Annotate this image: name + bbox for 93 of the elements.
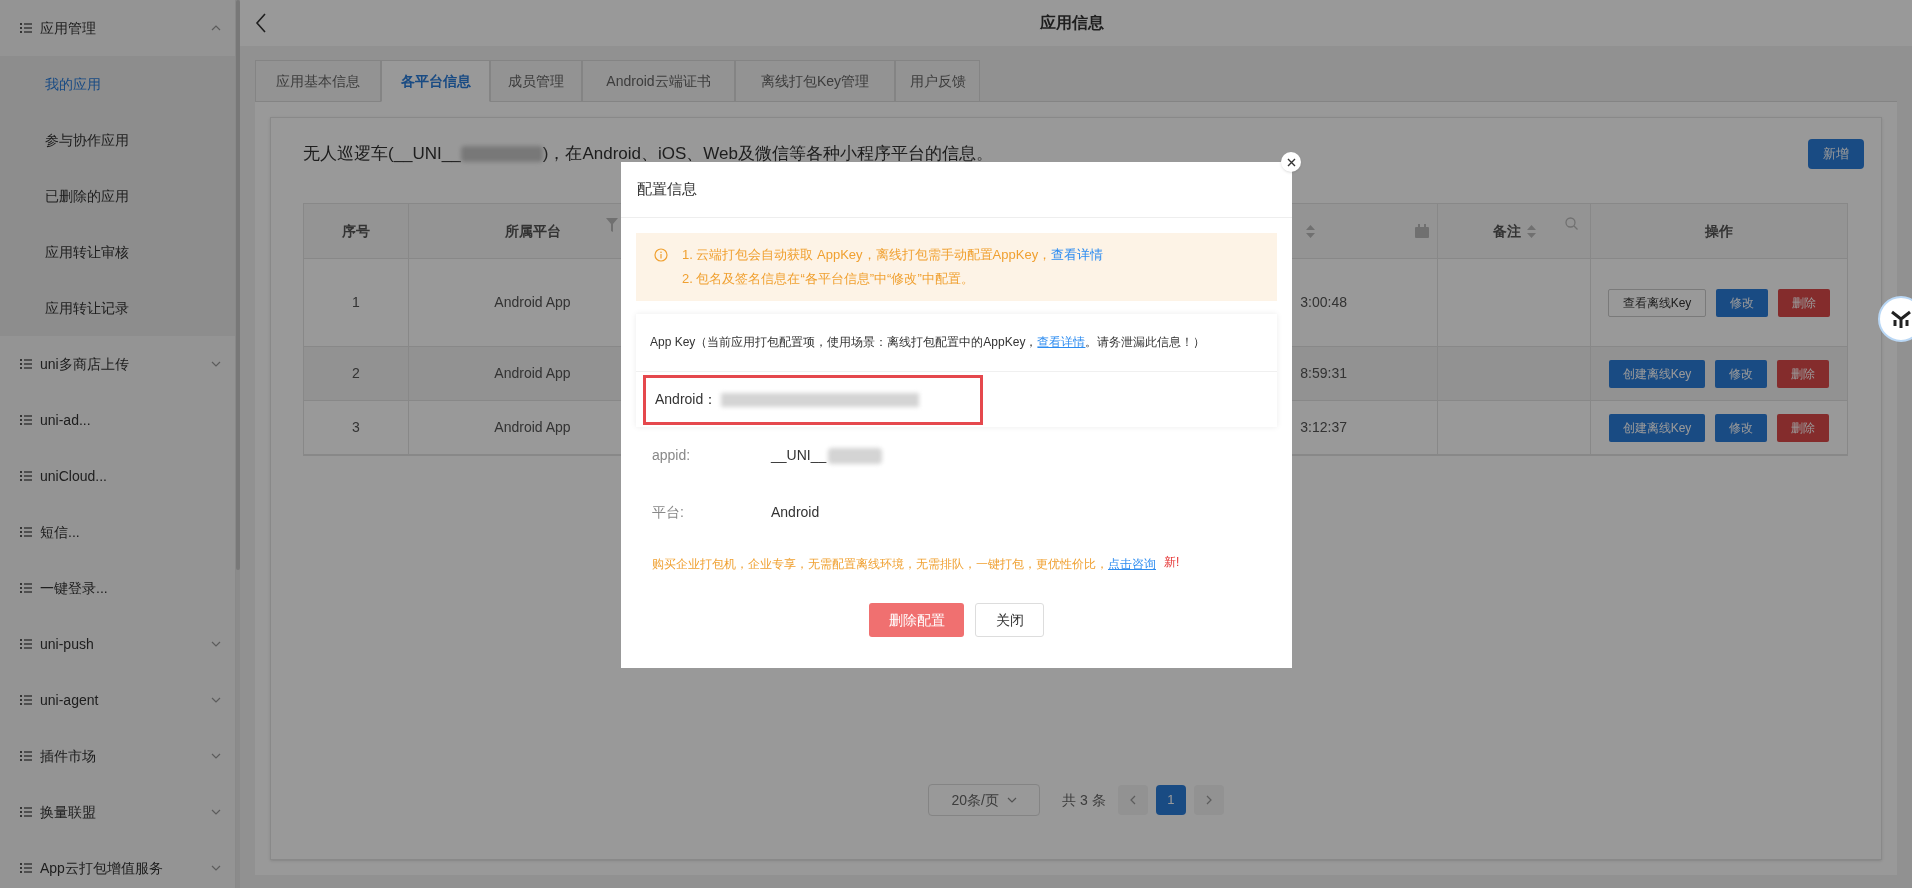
table-cell-text: 8:59:31 bbox=[1300, 364, 1347, 383]
new-label: 新! bbox=[1164, 554, 1180, 571]
chevron-right-icon bbox=[1205, 795, 1212, 805]
action-button[interactable]: 删除 bbox=[1778, 288, 1831, 317]
action-button[interactable]: 查看离线Key bbox=[1607, 288, 1707, 317]
table-cell-text: 3 bbox=[352, 418, 360, 437]
calendar-icon[interactable] bbox=[1415, 224, 1429, 238]
sidebar-group[interactable]: uni多商店上传 bbox=[0, 336, 235, 392]
table-cell-text: 3:12:37 bbox=[1300, 418, 1347, 437]
page-button[interactable]: 1 bbox=[1155, 785, 1186, 815]
dialog-button[interactable]: 删除配置 bbox=[869, 603, 964, 637]
list-icon bbox=[20, 863, 32, 873]
action-button[interactable]: 修改 bbox=[1716, 288, 1769, 317]
sidebar-group[interactable]: uni-agent bbox=[0, 672, 235, 728]
chevron-left-icon bbox=[1129, 795, 1136, 805]
list-icon bbox=[20, 695, 32, 705]
next-page-button[interactable] bbox=[1193, 785, 1224, 815]
sidebar-item[interactable]: 参与协作应用 bbox=[0, 112, 235, 168]
tab[interactable]: 各平台信息 bbox=[381, 60, 490, 102]
total-count: 共 3 条 bbox=[1062, 790, 1106, 810]
page-title: 应用信息 bbox=[1040, 13, 1104, 33]
details-link[interactable]: 查看详情 bbox=[1037, 335, 1086, 349]
sort-icon[interactable] bbox=[1526, 224, 1536, 238]
promo-text: 购买企业打包机，企业专享，无需配置离线环境，无需排队，一键打包，更优性价比， bbox=[652, 556, 1108, 573]
tab[interactable]: 用户反馈 bbox=[895, 60, 980, 102]
list-icon bbox=[20, 583, 32, 593]
field-label: 平台: bbox=[652, 503, 685, 522]
sidebar-group[interactable]: uniCloud... bbox=[0, 448, 235, 504]
sort-icon[interactable] bbox=[1306, 224, 1315, 238]
sidebar-item[interactable]: 我的应用 bbox=[0, 56, 235, 112]
back-icon[interactable] bbox=[254, 13, 268, 33]
list-icon bbox=[20, 415, 32, 425]
list-icon bbox=[20, 807, 32, 817]
list-icon bbox=[20, 23, 32, 33]
tab[interactable]: 离线打包Key管理 bbox=[735, 60, 895, 102]
table-cell-text: 3:00:48 bbox=[1300, 293, 1347, 312]
sidebar-group[interactable]: 一键登录... bbox=[0, 560, 235, 616]
field-label: appid: bbox=[652, 446, 692, 465]
add-button[interactable]: 新增 bbox=[1808, 139, 1864, 169]
page-size-select[interactable]: 20条/页 bbox=[928, 784, 1041, 816]
close-icon bbox=[1286, 157, 1296, 167]
tab[interactable]: Android云端证书 bbox=[582, 60, 735, 102]
table-cell-text: Android App bbox=[494, 293, 571, 312]
column-header: 备注 bbox=[1492, 221, 1521, 241]
action-button[interactable]: 创建离线Key bbox=[1608, 359, 1706, 388]
list-icon bbox=[20, 359, 32, 369]
sidebar-item[interactable]: 应用转让审核 bbox=[0, 224, 235, 280]
sidebar-item[interactable]: 应用转让记录 bbox=[0, 280, 235, 336]
appkey-note: App Key（当前应用打包配置项，使用场景：离线打包配置中的AppKey，查看详情。请务泄漏此信息！） bbox=[649, 334, 1207, 351]
sidebar-group[interactable]: uni-push bbox=[0, 616, 235, 672]
action-button[interactable]: 删除 bbox=[1777, 413, 1830, 442]
page-size-text: 20条/页 bbox=[951, 790, 999, 810]
column-header: 序号 bbox=[342, 221, 370, 241]
sidebar-group[interactable]: 换量联盟 bbox=[0, 784, 235, 840]
sidebar-group[interactable]: 插件市场 bbox=[0, 728, 235, 784]
table-cell-text: Android App bbox=[494, 418, 571, 437]
column-header: 所属平台 bbox=[504, 221, 561, 241]
dialog-button[interactable]: 关闭 bbox=[975, 603, 1044, 637]
details-link[interactable]: 查看详情 bbox=[1051, 243, 1104, 267]
sidebar-group[interactable]: uni-ad... bbox=[0, 392, 235, 448]
column-header: 操作 bbox=[1705, 221, 1733, 241]
sidebar-group[interactable]: 短信... bbox=[0, 504, 235, 560]
notice-text: 2. 包名及签名信息在“各平台信息”中“修改”中配置。 bbox=[682, 270, 974, 288]
sidebar-group[interactable]: App云打包增值服务 bbox=[0, 840, 235, 888]
info-icon bbox=[654, 248, 668, 262]
action-button[interactable]: 创建离线Key bbox=[1608, 413, 1706, 442]
table-cell-text: 1 bbox=[352, 293, 360, 312]
filter-icon[interactable] bbox=[606, 218, 618, 232]
intro-text: )，在Android、iOS、Web及微信等各种小程序平台的信息。 bbox=[542, 143, 993, 166]
chevron-down-icon bbox=[1006, 797, 1017, 803]
table-cell-text: Android App bbox=[494, 364, 571, 383]
notice-text: 1. 云端打包会自动获取 AppKey，离线打包需手动配置AppKey， bbox=[682, 246, 1052, 264]
action-button[interactable]: 修改 bbox=[1715, 413, 1768, 442]
field-value: __UNI__ bbox=[771, 446, 827, 465]
table-cell-text: 2 bbox=[352, 364, 360, 383]
prev-page-button[interactable] bbox=[1117, 785, 1148, 815]
tab[interactable]: 成员管理 bbox=[490, 60, 582, 102]
field-label: Android： bbox=[655, 390, 718, 409]
action-button[interactable]: 修改 bbox=[1715, 359, 1768, 388]
field-value: Android bbox=[771, 503, 820, 522]
action-button[interactable]: 删除 bbox=[1777, 359, 1830, 388]
tab[interactable]: 应用基本信息 bbox=[255, 60, 381, 102]
dialog-title: 配置信息 bbox=[637, 179, 697, 200]
redacted-blur bbox=[828, 447, 883, 464]
sidebar-group[interactable]: 应用管理 bbox=[0, 0, 235, 56]
search-icon[interactable] bbox=[1565, 217, 1578, 230]
consult-link[interactable]: 点击咨询 bbox=[1108, 555, 1156, 573]
sidebar-item[interactable]: 已删除的应用 bbox=[0, 168, 235, 224]
list-icon bbox=[20, 751, 32, 761]
list-icon bbox=[20, 639, 32, 649]
list-icon bbox=[20, 471, 32, 481]
intro-text: 无人巡逻车(__UNI__ bbox=[303, 143, 461, 166]
list-icon bbox=[20, 527, 32, 537]
